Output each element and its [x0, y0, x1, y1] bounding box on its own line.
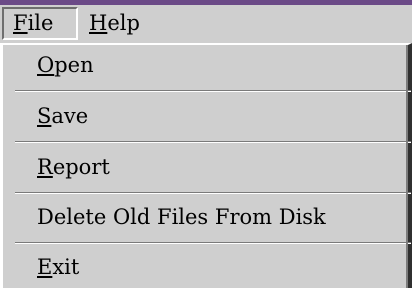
- menu-file[interactable]: File: [2, 7, 78, 40]
- menu-item-save-mnemonic: S: [37, 104, 52, 128]
- application-window: File Help Open Save Report Delete Old Fi…: [0, 0, 412, 288]
- menu-bar: File Help: [0, 5, 412, 43]
- menu-file-mnemonic: F: [13, 11, 28, 35]
- menu-separator: [15, 192, 411, 194]
- menu-help[interactable]: Help: [80, 7, 160, 40]
- menu-file-label-rest: ile: [27, 11, 54, 35]
- menu-help-mnemonic: H: [89, 11, 108, 35]
- menu-item-delete-old-files[interactable]: Delete Old Files From Disk: [17, 197, 409, 237]
- menu-item-save-label-rest: ave: [51, 104, 89, 128]
- menu-help-label-rest: elp: [107, 11, 140, 35]
- menu-item-save[interactable]: Save: [17, 96, 409, 136]
- menu-item-exit-label-rest: xit: [52, 255, 80, 279]
- menu-separator: [15, 141, 411, 143]
- file-menu-dropdown: Open Save Report Delete Old Files From D…: [0, 43, 412, 288]
- menu-item-exit-mnemonic: E: [37, 255, 53, 279]
- menu-item-open[interactable]: Open: [17, 45, 409, 85]
- menu-item-report-mnemonic: R: [37, 155, 53, 179]
- menu-item-delete-old-files-label: Delete Old Files From Disk: [37, 205, 326, 229]
- menu-item-exit[interactable]: Exit: [17, 247, 409, 287]
- menu-item-open-mnemonic: O: [37, 53, 55, 77]
- menu-separator: [15, 242, 411, 244]
- menu-item-open-label-rest: pen: [54, 53, 94, 77]
- menu-item-report-label-rest: eport: [52, 155, 110, 179]
- menu-item-report[interactable]: Report: [17, 147, 409, 187]
- file-menu-panel: Open Save Report Delete Old Files From D…: [0, 43, 412, 288]
- menu-separator: [15, 90, 411, 92]
